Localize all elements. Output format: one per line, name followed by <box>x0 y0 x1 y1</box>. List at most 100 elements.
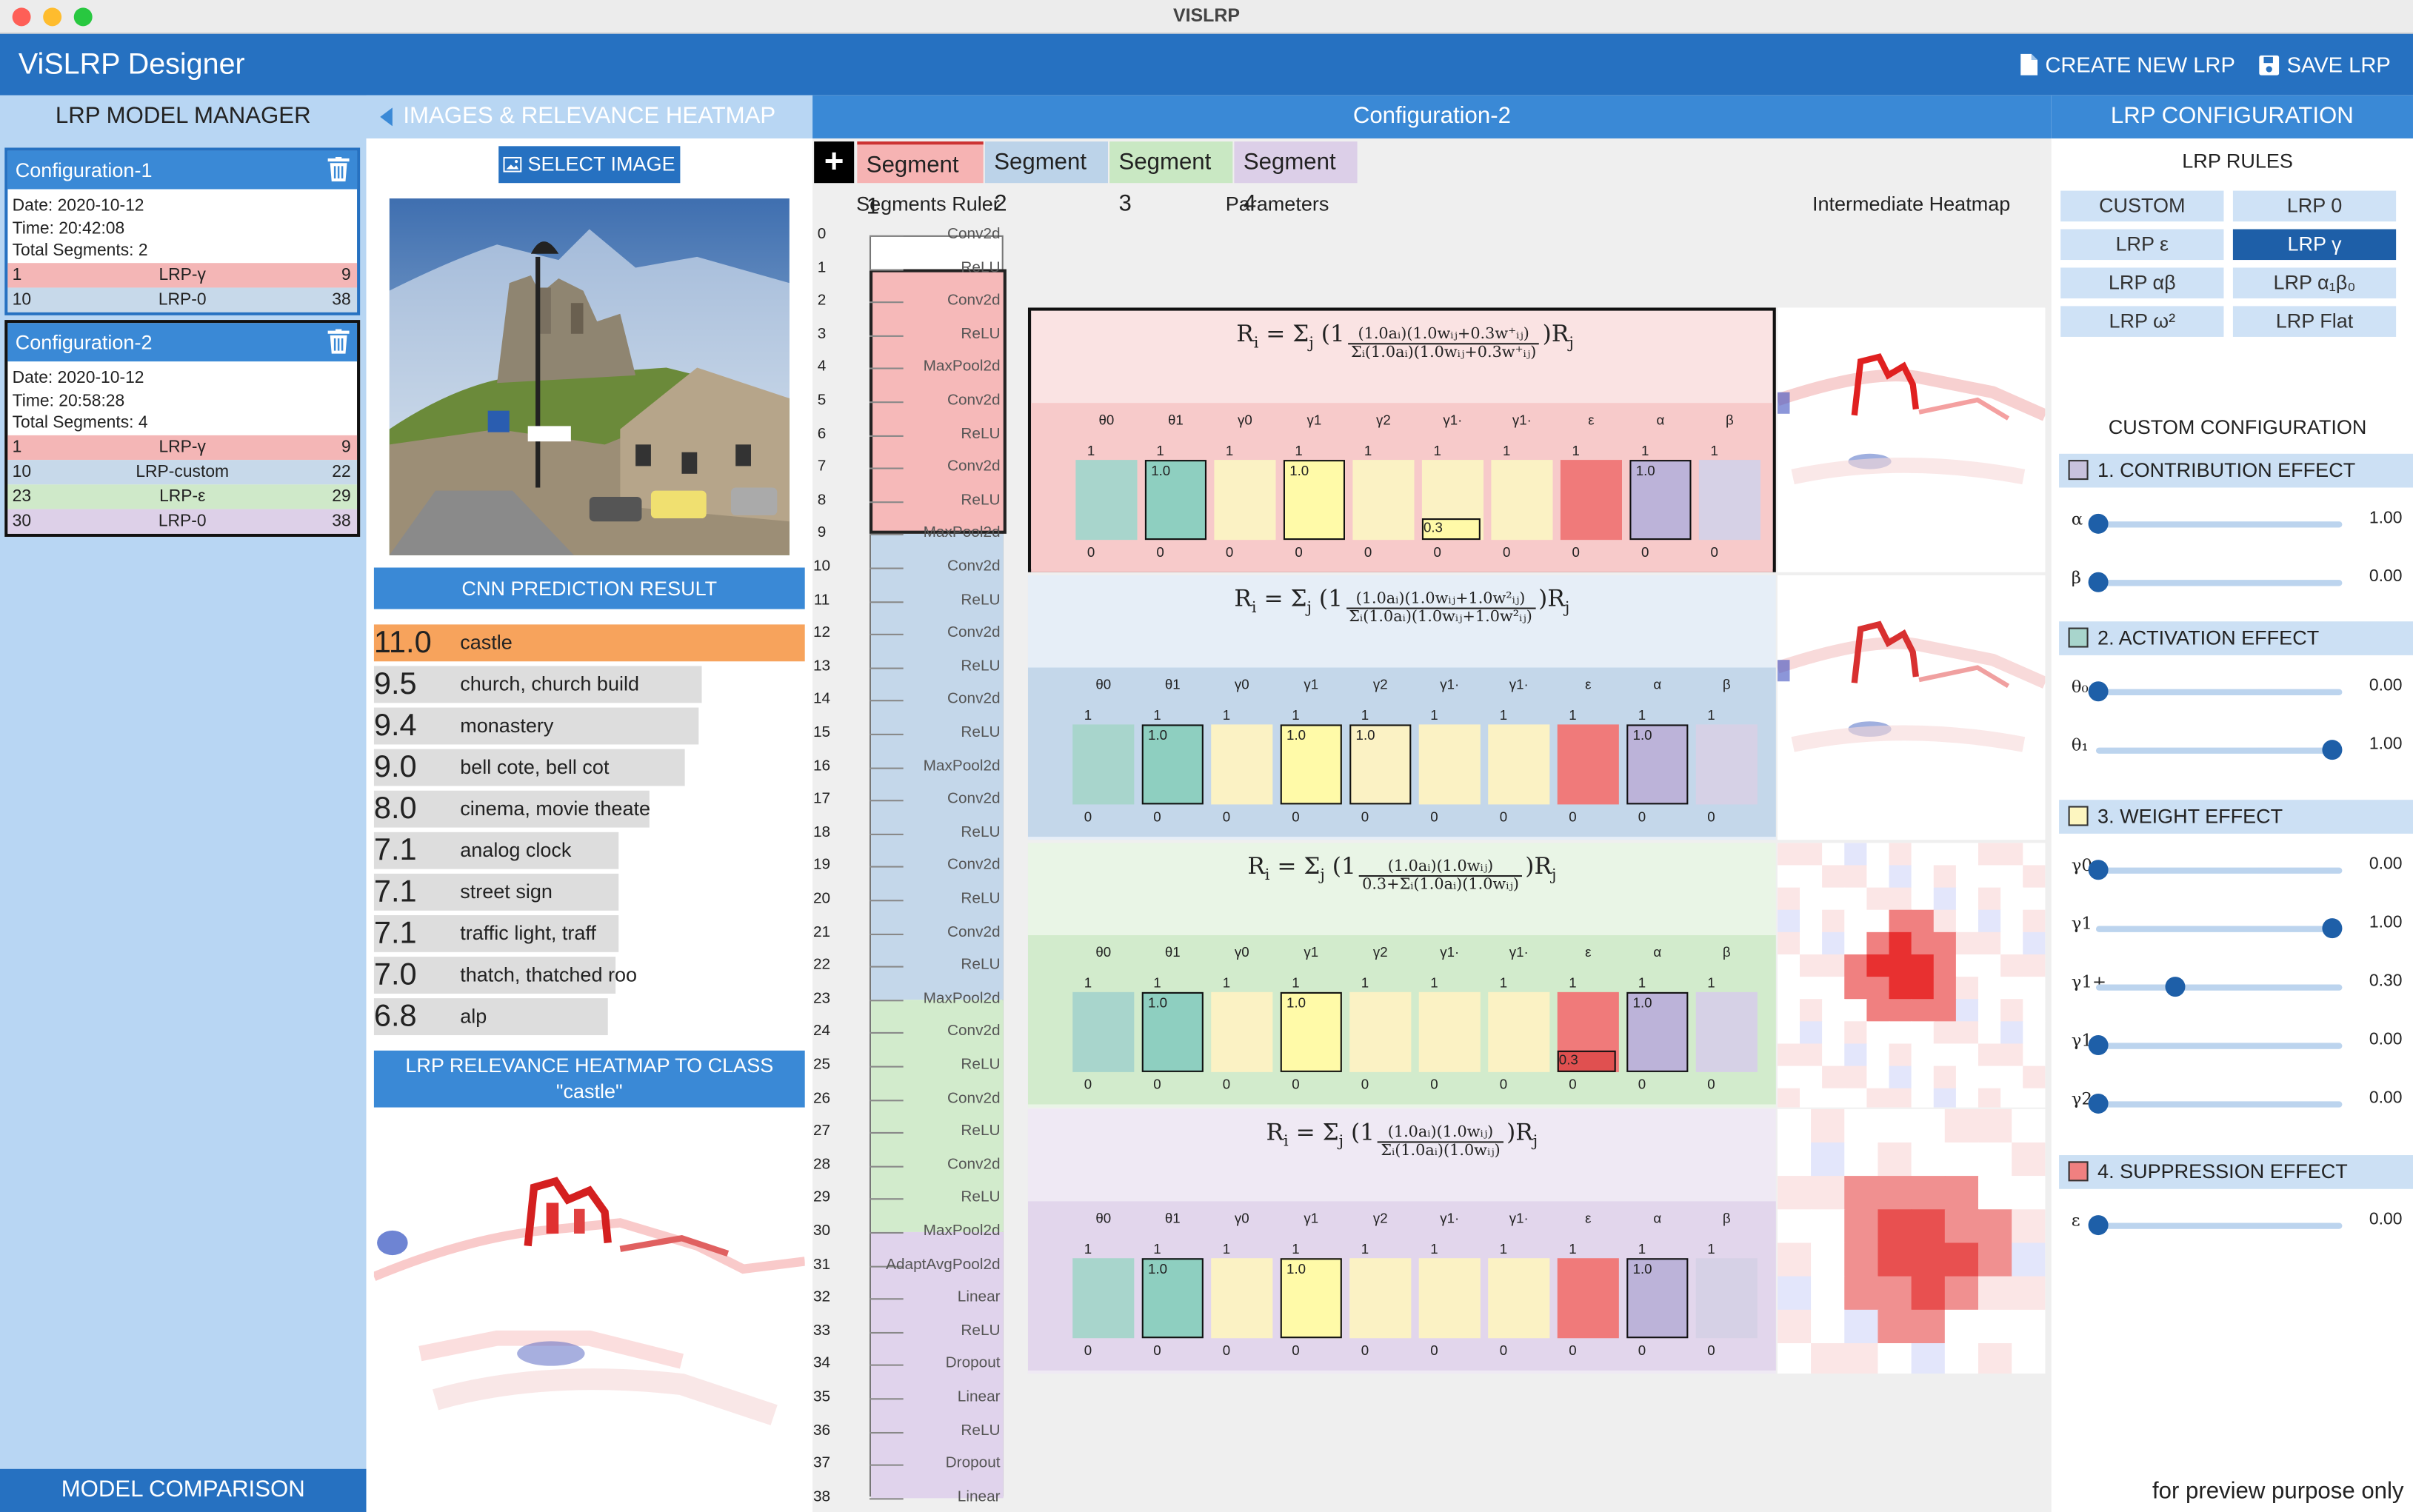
slider-knob[interactable] <box>2088 1035 2109 1056</box>
param-box-γ2[interactable] <box>1349 991 1412 1072</box>
tab-segment-2[interactable]: Segment 2 <box>984 141 1109 217</box>
param-box-α[interactable]: 1.0 <box>1629 460 1692 541</box>
close-window-button[interactable] <box>12 7 31 27</box>
rule-button[interactable]: CUSTOM <box>2060 190 2224 222</box>
config-segment-row[interactable]: 10 LRP-custom 22 <box>7 459 358 484</box>
prediction-row[interactable]: 7.0 thatch, thatched roo <box>373 957 637 994</box>
prediction-row[interactable]: 7.1 traffic light, traff <box>373 914 619 952</box>
segment-panel-4[interactable]: Ri = Σj (1 (1.0aᵢ)(1.0wᵢⱼ) Σᵢ(1.0aᵢ)(1.0wᵢ… <box>1027 1108 1776 1374</box>
param-box-γ2[interactable] <box>1349 1258 1412 1339</box>
slider-knob[interactable] <box>2322 740 2343 760</box>
param-box-α[interactable]: 1.0 <box>1626 724 1689 805</box>
param-box-γ1[interactable]: 1.0 <box>1280 991 1342 1072</box>
param-box-γ1·[interactable] <box>1418 991 1481 1072</box>
slider-track[interactable] <box>2088 572 2343 592</box>
slider-track[interactable] <box>2088 860 2343 880</box>
config-card-1[interactable]: Configuration-1 Date: 2020-10-12 Time: 2… <box>4 147 361 315</box>
prediction-row[interactable]: 11.0 castle <box>373 624 805 662</box>
param-box-θ0[interactable] <box>1072 724 1135 805</box>
param-box-γ1·[interactable] <box>1488 1258 1550 1339</box>
maximize-window-button[interactable] <box>73 7 93 27</box>
param-box-θ0[interactable] <box>1075 460 1138 541</box>
param-box-γ1·[interactable] <box>1491 460 1553 541</box>
param-box-θ1[interactable]: 1.0 <box>1141 991 1204 1072</box>
slider-track[interactable] <box>2088 1215 2343 1236</box>
param-box-θ0[interactable] <box>1072 1258 1135 1339</box>
slider-knob[interactable] <box>2088 860 2109 880</box>
add-segment-button[interactable]: + <box>814 141 855 184</box>
tab-segment-3[interactable]: Segment 3 <box>1109 141 1233 217</box>
save-lrp-button[interactable]: SAVE LRP <box>2259 53 2391 77</box>
param-box-γ1·[interactable]: 0.3 <box>1421 460 1483 541</box>
config-segment-row[interactable]: 10 LRP-0 38 <box>7 287 358 312</box>
config-segment-row[interactable]: 1 LRP-γ 9 <box>7 434 358 460</box>
trash-icon[interactable] <box>327 156 350 182</box>
config-segment-row[interactable]: 23 LRP-ε 29 <box>7 484 358 509</box>
slider-knob[interactable] <box>2088 513 2109 534</box>
slider-knob[interactable] <box>2088 572 2109 592</box>
config-segment-row[interactable]: 1 LRP-γ 9 <box>7 262 358 287</box>
collapse-left-icon[interactable] <box>378 107 394 127</box>
prediction-row[interactable]: 9.0 bell cote, bell cot <box>373 749 685 786</box>
param-box-α[interactable]: 1.0 <box>1626 991 1689 1072</box>
slider-track[interactable] <box>2088 1035 2343 1056</box>
param-box-γ1·[interactable] <box>1418 1258 1481 1339</box>
param-box-γ1[interactable]: 1.0 <box>1280 724 1342 805</box>
slider-knob[interactable] <box>2088 681 2109 702</box>
param-box-ε[interactable] <box>1557 1258 1619 1339</box>
param-box-γ0[interactable] <box>1211 991 1273 1072</box>
param-box-θ1[interactable]: 1.0 <box>1141 1258 1204 1339</box>
tab-segment-1[interactable]: Segment 1 <box>857 141 984 220</box>
segment-panel-1[interactable]: Ri = Σj (1 (1.0aᵢ)(1.0wᵢⱼ+0.3w⁺ᵢⱼ) Σᵢ(1.0a… <box>1027 307 1776 572</box>
slider-knob[interactable] <box>2088 1093 2109 1114</box>
param-box-γ0[interactable] <box>1211 1258 1273 1339</box>
trash-icon[interactable] <box>327 329 350 354</box>
select-image-button[interactable]: SELECT IMAGE <box>498 146 681 184</box>
param-box-γ0[interactable] <box>1214 460 1276 541</box>
slider-track[interactable] <box>2088 681 2343 702</box>
param-box-γ2[interactable] <box>1352 460 1415 541</box>
param-box-ε[interactable] <box>1557 724 1619 805</box>
slider-track[interactable] <box>2088 1093 2343 1114</box>
rule-button[interactable]: LRP Flat <box>2232 306 2397 337</box>
param-box-γ2[interactable]: 1.0 <box>1349 724 1412 805</box>
param-box-θ0[interactable] <box>1072 991 1135 1072</box>
param-box-θ1[interactable]: 1.0 <box>1144 460 1206 541</box>
config-card-2[interactable]: Configuration-2 Date: 2020-10-12 Time: 2… <box>4 320 361 536</box>
minimize-window-button[interactable] <box>43 7 62 27</box>
model-comparison-button[interactable]: MODEL COMPARISON <box>0 1468 367 1512</box>
rule-button[interactable]: LRP α₁β₀ <box>2232 267 2397 298</box>
segment-panel-2[interactable]: Ri = Σj (1 (1.0aᵢ)(1.0wᵢⱼ+1.0w²ᵢⱼ) Σᵢ(1.0a… <box>1027 575 1776 840</box>
slider-knob[interactable] <box>2088 1215 2109 1236</box>
param-box-β[interactable] <box>1695 724 1758 805</box>
param-box-γ0[interactable] <box>1211 724 1273 805</box>
prediction-row[interactable]: 9.5 church, church build <box>373 666 702 703</box>
config-segment-row[interactable]: 30 LRP-0 38 <box>7 508 358 533</box>
rule-button[interactable]: LRP ω² <box>2060 306 2224 337</box>
create-new-lrp-button[interactable]: CREATE NEW LRP <box>2020 53 2235 77</box>
param-box-β[interactable] <box>1698 460 1761 541</box>
rule-button[interactable]: LRP γ <box>2232 229 2397 261</box>
slider-knob[interactable] <box>2322 918 2343 939</box>
rule-button[interactable]: LRP αβ <box>2060 267 2224 298</box>
slider-track[interactable] <box>2088 513 2343 534</box>
param-box-γ1·[interactable] <box>1488 724 1550 805</box>
prediction-row[interactable]: 8.0 cinema, movie theate <box>373 790 650 828</box>
tab-segment-4[interactable]: Segment 4 <box>1234 141 1358 217</box>
param-box-α[interactable]: 1.0 <box>1626 1258 1689 1339</box>
rule-button[interactable]: LRP ε <box>2060 229 2224 261</box>
segment-panel-3[interactable]: Ri = Σj (1 (1.0aᵢ)(1.0wᵢⱼ) 0.3+Σᵢ(1.0aᵢ)(1… <box>1027 843 1776 1108</box>
slider-track[interactable] <box>2095 977 2343 997</box>
param-box-ε[interactable] <box>1560 460 1623 541</box>
param-box-γ1·[interactable] <box>1488 991 1550 1072</box>
slider-track[interactable] <box>2095 918 2343 939</box>
param-box-θ1[interactable]: 1.0 <box>1141 724 1204 805</box>
param-box-γ1·[interactable] <box>1418 724 1481 805</box>
slider-track[interactable] <box>2095 740 2343 760</box>
param-box-β[interactable] <box>1695 991 1758 1072</box>
prediction-row[interactable]: 6.8 alp <box>373 998 608 1036</box>
param-box-γ1[interactable]: 1.0 <box>1283 460 1345 541</box>
param-box-ε[interactable]: 0.3 <box>1557 991 1619 1072</box>
rule-button[interactable]: LRP 0 <box>2232 190 2397 222</box>
prediction-row[interactable]: 7.1 street sign <box>373 873 619 911</box>
